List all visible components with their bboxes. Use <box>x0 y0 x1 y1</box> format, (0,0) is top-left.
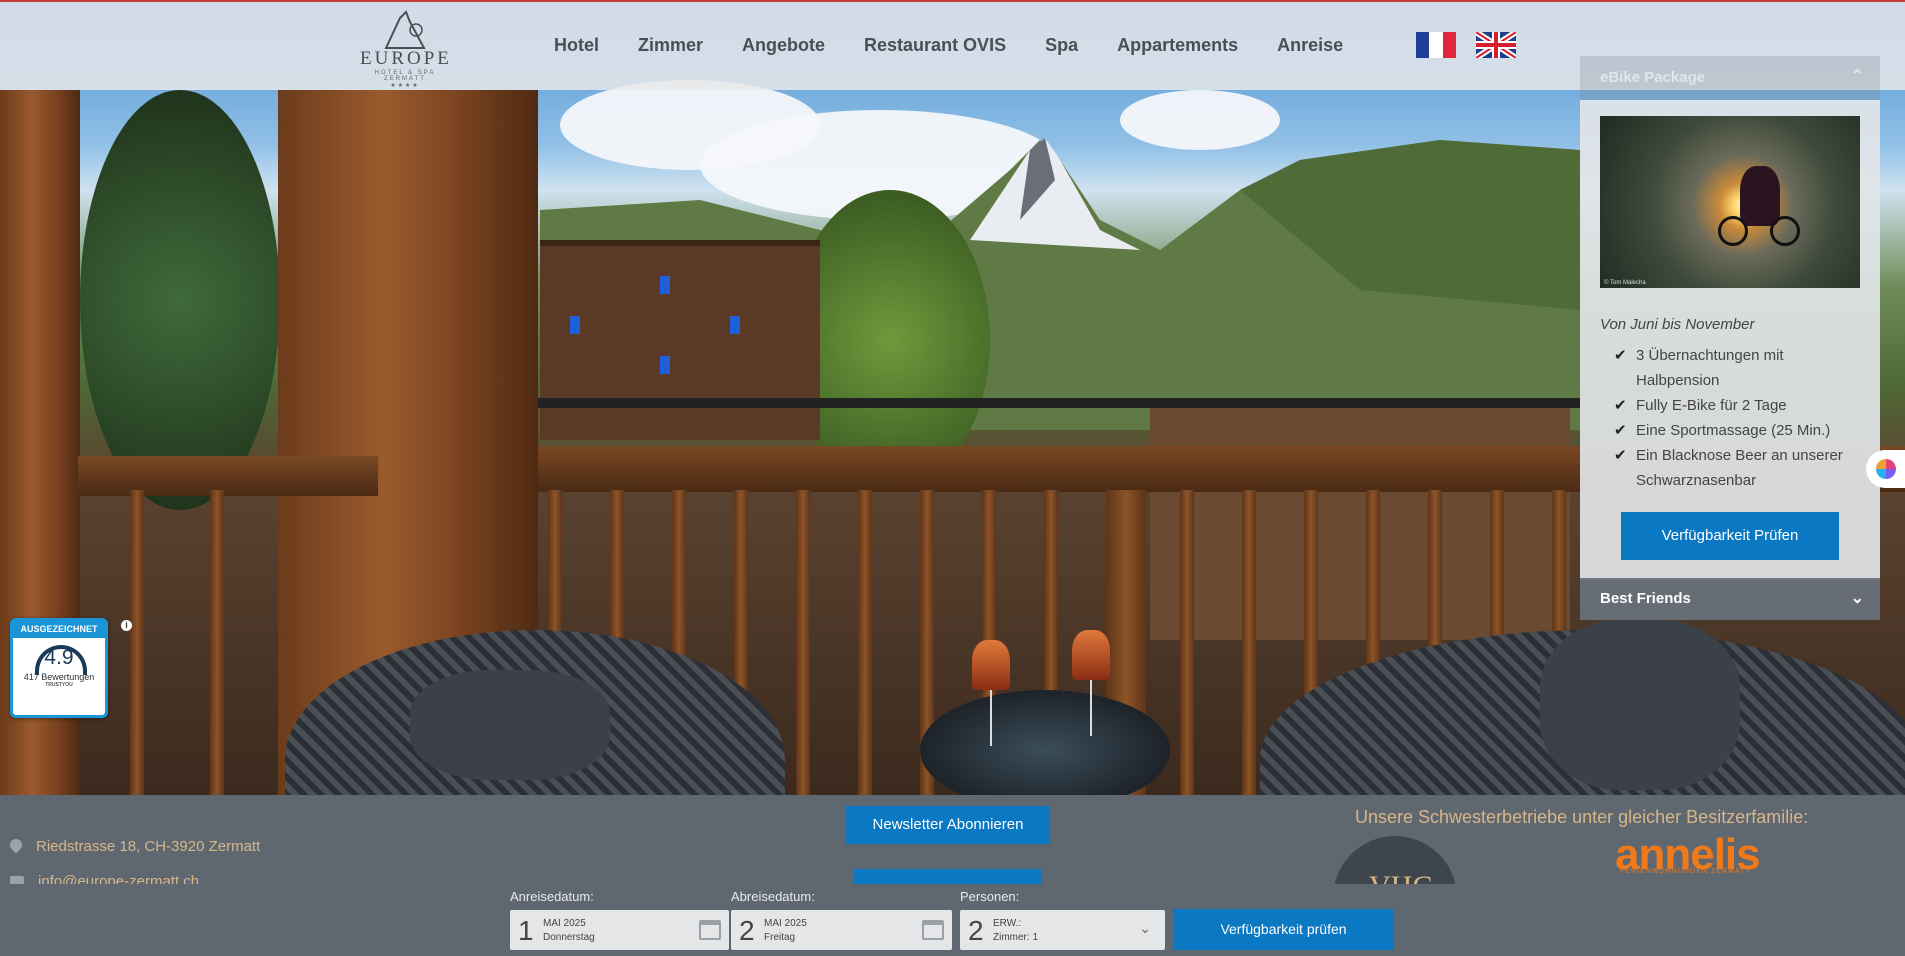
rating-brand: TRUSTYOU <box>45 682 73 688</box>
departure-label: Abreisedatum: <box>731 889 815 904</box>
ebike-package-image: © Tom Malecha <box>1600 116 1860 288</box>
checkmark-icon: ✔ <box>1614 422 1627 439</box>
image-credit: © Tom Malecha <box>1604 280 1646 286</box>
arrival-date-field[interactable]: 1 MAI 2025 Donnerstag <box>510 910 729 950</box>
nav-anreise[interactable]: Anreise <box>1277 35 1343 56</box>
chevron-up-icon: ⌃ <box>1850 68 1864 85</box>
nav-appartements[interactable]: Appartements <box>1117 35 1238 56</box>
annelis-subtitle: FERIENWOHNUNGEN ZERMATT <box>1620 868 1751 875</box>
list-item: ✔ 3 Übernachtungen mit Halbpension <box>1600 343 1860 393</box>
secondary-button[interactable] <box>854 869 1042 884</box>
checkmark-icon: ✔ <box>1614 347 1627 364</box>
flag-uk-icon[interactable] <box>1474 29 1518 61</box>
list-item: ✔ Fully E-Bike für 2 Tage <box>1600 393 1860 418</box>
list-item: ✔ Ein Blacknose Beer an unserer Schwarzna… <box>1600 443 1860 493</box>
nav-spa[interactable]: Spa <box>1045 35 1078 56</box>
arrival-weekday: Donnerstag <box>543 932 595 943</box>
map-pin-icon <box>7 836 25 854</box>
sister-hotels-heading: Unsere Schwesterbetriebe unter gleicher … <box>1355 807 1809 827</box>
package-items: ✔ 3 Übernachtungen mit Halbpension ✔ Fully… <box>1600 343 1860 493</box>
package-period: Von Juni bis November <box>1600 316 1755 333</box>
departure-day: 2 <box>739 915 755 946</box>
package-next-title: Best Friends <box>1600 590 1691 607</box>
newsletter-subscribe-button[interactable]: Newsletter Abonnieren <box>846 806 1050 844</box>
arrival-label: Anreisedatum: <box>510 889 594 904</box>
nav-hotel[interactable]: Hotel <box>554 35 599 56</box>
package-panel: © Tom Malecha Von Juni bis November ✔ 3 Ü… <box>1580 100 1880 580</box>
persons-select[interactable]: 2 ERW.: Zimmer: 1 ⌄ <box>960 910 1165 950</box>
address: Riedstrasse 18, CH-3920 Zermatt <box>7 836 260 855</box>
arrival-day: 1 <box>518 915 534 946</box>
list-item: ✔ Eine Sportmassage (25 Min.) <box>1600 418 1860 443</box>
booking-bar <box>0 884 1905 956</box>
package-header-best-friends[interactable]: Best Friends ⌄ <box>1580 578 1880 620</box>
flag-france-icon[interactable] <box>1416 32 1456 58</box>
departure-month: MAI 2025 <box>764 918 807 929</box>
package-header-ebike[interactable]: eBike Package ⌃ <box>1580 56 1880 100</box>
accessibility-widget-icon[interactable] <box>1866 450 1905 488</box>
info-icon[interactable]: i <box>121 620 132 631</box>
persons-type: ERW.: <box>993 918 1022 929</box>
rooms-count: Zimmer: 1 <box>993 932 1038 943</box>
checkmark-icon: ✔ <box>1614 397 1627 414</box>
package-title: eBike Package <box>1600 69 1706 86</box>
mountain-biker <box>1740 166 1780 226</box>
nav-angebote[interactable]: Angebote <box>742 35 825 56</box>
persons-count: 2 <box>968 915 984 946</box>
logo-subtitle: HOTEL & SPA ZERMATT <box>374 70 436 82</box>
calendar-icon <box>699 920 721 940</box>
persons-label: Personen: <box>960 889 1020 904</box>
departure-date-field[interactable]: 2 MAI 2025 Freitag <box>731 910 952 950</box>
logo-stars: ★★★★ <box>390 83 420 89</box>
hotel-logo[interactable]: EUROPE HOTEL & SPA ZERMATT ★★★★ <box>360 8 450 89</box>
trustyou-rating-badge[interactable]: AUSGEZEICHNET 4.9 417 Bewertungen TRUSTY… <box>10 618 108 718</box>
booking-availability-button[interactable]: Verfügbarkeit prüfen <box>1173 909 1394 950</box>
matterhorn-logo-icon <box>380 8 430 52</box>
main-nav: Hotel Zimmer Angebote Restaurant OVIS Sp… <box>554 35 1382 56</box>
calendar-icon <box>922 920 944 940</box>
chevron-down-icon: ⌄ <box>1139 920 1151 936</box>
nav-restaurant-ovis[interactable]: Restaurant OVIS <box>864 35 1006 56</box>
checkmark-icon: ✔ <box>1614 447 1627 464</box>
chevron-down-icon: ⌄ <box>1850 590 1864 607</box>
nav-zimmer[interactable]: Zimmer <box>638 35 703 56</box>
arrival-month: MAI 2025 <box>543 918 586 929</box>
check-availability-button[interactable]: Verfügbarkeit Prüfen <box>1621 512 1839 560</box>
rating-label: AUSGEZEICHNET <box>13 621 105 638</box>
departure-weekday: Freitag <box>764 932 796 943</box>
